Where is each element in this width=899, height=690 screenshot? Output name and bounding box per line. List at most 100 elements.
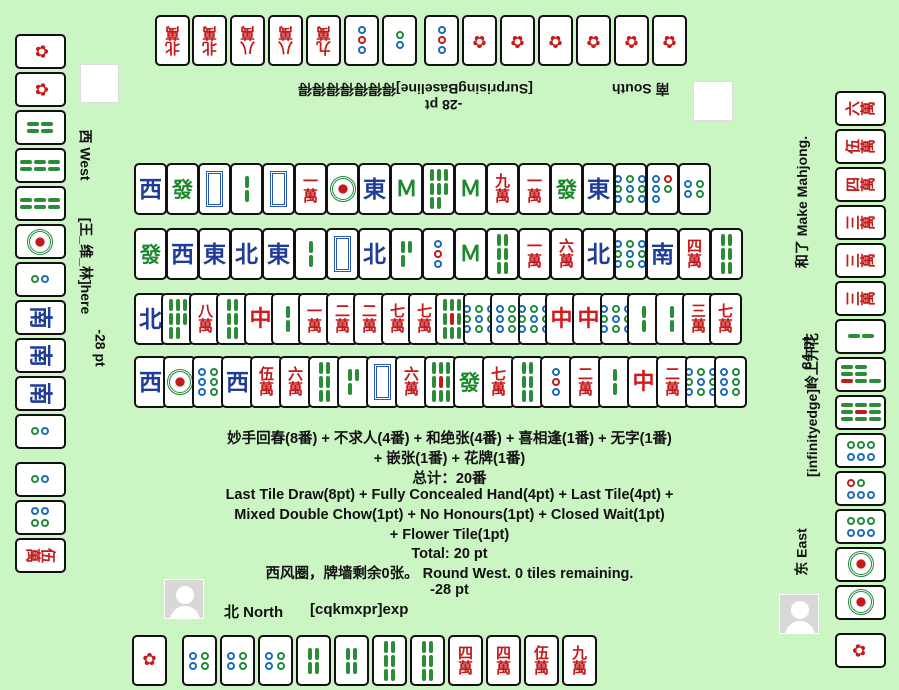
honor-tile: 南 <box>15 376 66 411</box>
character-tile: 九萬 <box>562 635 597 686</box>
flower-tile: ✿ <box>132 635 167 686</box>
south-avatar <box>693 81 733 121</box>
bamboo-tile: ✿ <box>462 15 497 66</box>
dots-tile <box>835 471 886 506</box>
character-tile: 四萬 <box>486 635 521 686</box>
bamboo-tile <box>410 635 445 686</box>
south-score: -28 pt <box>425 97 463 113</box>
west-seat-label: 西 West <box>77 129 94 181</box>
flower-tile: ✿ <box>835 633 886 668</box>
bamboo-tile <box>710 228 743 280</box>
bamboo-tile <box>15 186 66 221</box>
dots-tile <box>220 635 255 686</box>
south-player-name: [SurprisingBaseline]得得得得得得得 <box>298 81 533 97</box>
character-tile: 八萬 <box>230 15 265 66</box>
bamboo-tile <box>835 357 886 392</box>
south-seat-label: 南 South <box>612 81 670 97</box>
north-avatar <box>164 579 204 619</box>
bamboo-tile <box>372 635 407 686</box>
character-tile: 九萬 <box>486 163 519 215</box>
dots-tile <box>714 356 747 408</box>
honor-tile: 北 <box>358 228 391 280</box>
character-tile: 北萬 <box>155 15 190 66</box>
dots-tile <box>15 500 66 535</box>
total-cn: 总计：20番 <box>412 471 487 487</box>
flower-tile: ✿ <box>614 15 649 66</box>
bamboo-tile <box>296 635 331 686</box>
fan-en-line2: Mixed Double Chow(1pt) + No Honours(1pt)… <box>234 507 665 523</box>
character-tile: 七萬 <box>709 293 742 345</box>
dots-tile <box>382 15 417 66</box>
dots-tile <box>835 547 886 582</box>
character-tile: 北萬 <box>192 15 227 66</box>
bamboo-tile <box>835 319 886 354</box>
bamboo-tile: Ｍ <box>390 163 423 215</box>
honor-tile: 北 <box>582 228 615 280</box>
honor-tile: 發 <box>134 228 167 280</box>
bamboo-tile <box>230 163 263 215</box>
north-seat-label: 北 North <box>224 604 284 621</box>
character-tile: 三萬 <box>835 243 886 278</box>
honor-tile: 發 <box>166 163 199 215</box>
honor-tile: 東 <box>198 228 231 280</box>
dots-tile <box>15 414 66 449</box>
fan-en-line3: + Flower Tile(1pt) <box>389 527 510 543</box>
character-tile: 四萬 <box>835 167 886 202</box>
fan-en-line1: Last Tile Draw(8pt) + Fully Concealed Ha… <box>225 487 674 503</box>
bamboo-tile: ✿ <box>500 15 535 66</box>
character-tile: 一萬 <box>294 163 327 215</box>
flower-tile: ✿ <box>652 15 687 66</box>
honor-tile: 西 <box>166 228 199 280</box>
round-info: 西风圈，牌墙剩余0张。 Round West. 0 tiles remainin… <box>265 566 634 582</box>
character-tile: 一萬 <box>518 228 551 280</box>
bamboo-tile: ✿ <box>576 15 611 66</box>
dots-tile <box>646 163 679 215</box>
east-action: 和了 Make Mahjong. <box>794 135 811 269</box>
honor-tile: 發 <box>550 163 583 215</box>
honor-tile: 東 <box>358 163 391 215</box>
honor-tile: 南 <box>15 338 66 373</box>
west-score: -28 pt <box>92 329 109 367</box>
dots-tile <box>15 262 66 297</box>
character-tile: 三萬 <box>835 205 886 240</box>
total-en: Total: 20 pt <box>411 546 488 562</box>
character-tile: 四萬 <box>448 635 483 686</box>
bamboo-tile <box>15 110 66 145</box>
north-score: -28 pt <box>430 582 469 598</box>
dots-tile <box>614 163 647 215</box>
bamboo-tile <box>486 228 519 280</box>
character-tile: 四萬 <box>678 228 711 280</box>
bamboo-tile <box>422 163 455 215</box>
honor-tile: 西 <box>134 163 167 215</box>
dots-tile <box>835 585 886 620</box>
dots-tile <box>182 635 217 686</box>
bamboo-tile: ✿ <box>538 15 573 66</box>
dots-tile <box>424 15 459 66</box>
character-tile: 九萬 <box>306 15 341 66</box>
dots-tile <box>258 635 293 686</box>
west-avatar <box>80 64 119 103</box>
honor-tile <box>198 163 231 215</box>
dots-tile <box>614 228 647 280</box>
bamboo-tile: Ｍ <box>454 163 487 215</box>
fan-cn-line2: + 嵌张(1番) + 花牌(1番) <box>373 451 526 467</box>
dots-tile <box>835 509 886 544</box>
dots-tile <box>344 15 379 66</box>
character-tile: 六萬 <box>835 91 886 126</box>
flower-tile: ✿ <box>15 34 66 69</box>
character-tile: 伍萬 <box>15 538 66 573</box>
honor-tile: 北 <box>230 228 263 280</box>
honor-tile: 東 <box>262 228 295 280</box>
honor-tile <box>326 228 359 280</box>
honor-tile: 南 <box>15 300 66 335</box>
fan-cn-line1: 妙手回春(8番) + 不求人(4番) + 和绝张(4番) + 喜相逢(1番) +… <box>227 431 672 447</box>
dots-tile <box>326 163 359 215</box>
bamboo-tile <box>294 228 327 280</box>
honor-tile: 東 <box>582 163 615 215</box>
west-player-name: [王_维_林]here <box>78 217 95 315</box>
character-tile: 一萬 <box>518 163 551 215</box>
dots-tile <box>15 224 66 259</box>
bamboo-tile <box>334 635 369 686</box>
flower-tile: ✿ <box>15 72 66 107</box>
north-player-name: [cqkmxpr]exp <box>310 601 409 618</box>
